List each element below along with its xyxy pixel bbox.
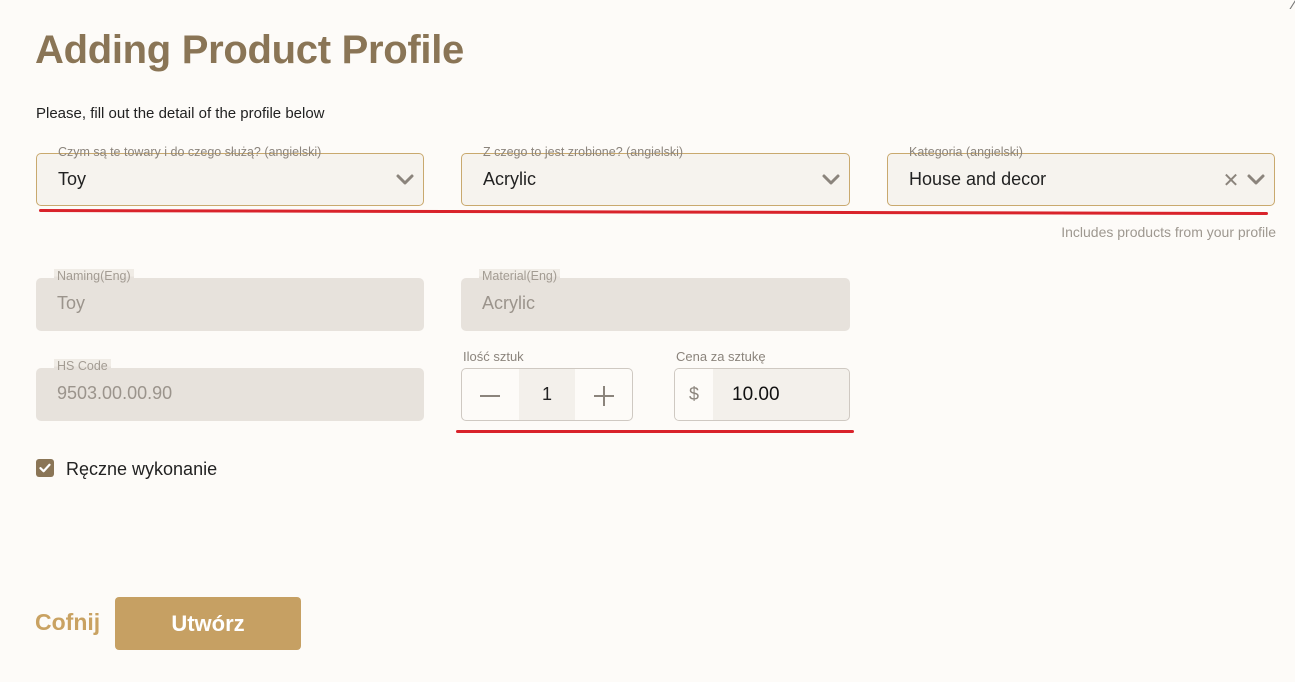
category-select-value: House and decor bbox=[909, 169, 1047, 189]
price-field: $ 10.00 bbox=[674, 368, 850, 421]
chevron-down-icon[interactable] bbox=[1246, 170, 1266, 190]
chevron-down-icon[interactable] bbox=[395, 170, 415, 190]
annotation-underline bbox=[38, 209, 1268, 216]
page-subtitle: Please, fill out the detail of the profi… bbox=[36, 105, 325, 122]
create-button[interactable]: Utwórz bbox=[115, 597, 301, 650]
handmade-label[interactable]: Ręczne wykonanie bbox=[66, 459, 217, 480]
naming-field: Naming(Eng) Toy bbox=[36, 269, 424, 331]
checkmark-icon bbox=[39, 463, 51, 473]
purpose-select[interactable]: Czym są te towary i do czego służą? (ang… bbox=[36, 145, 424, 206]
page-title: Adding Product Profile bbox=[35, 28, 464, 72]
close-icon[interactable]: ✕ bbox=[1222, 170, 1240, 190]
price-label: Cena za sztukę bbox=[676, 349, 766, 364]
category-select-label: Kategoria (angielski) bbox=[906, 145, 1026, 159]
material-select-label: Z czego to jest zrobione? (angielski) bbox=[480, 145, 687, 159]
material-field-value: Acrylic bbox=[482, 293, 535, 313]
hs-code-field-value: 9503.00.00.90 bbox=[57, 383, 173, 403]
quantity-input[interactable]: 1 bbox=[519, 369, 575, 420]
annotation-underline bbox=[456, 430, 854, 433]
category-hint: Includes products from your profile bbox=[1061, 224, 1276, 240]
naming-field-label: Naming(Eng) bbox=[54, 269, 134, 283]
price-input[interactable]: 10.00 bbox=[732, 384, 780, 406]
hs-code-field-label: HS Code bbox=[54, 359, 111, 373]
back-button[interactable]: Cofnij bbox=[35, 609, 100, 636]
plus-icon[interactable] bbox=[576, 369, 632, 420]
naming-field-value: Toy bbox=[57, 293, 86, 313]
quantity-label: Ilość sztuk bbox=[463, 349, 524, 364]
currency-symbol: $ bbox=[675, 369, 713, 420]
hs-code-field: HS Code 9503.00.00.90 bbox=[36, 359, 424, 421]
quantity-stepper: 1 bbox=[461, 368, 633, 421]
minus-icon[interactable] bbox=[462, 369, 518, 420]
chevron-down-icon[interactable] bbox=[821, 170, 841, 190]
purpose-select-value: Toy bbox=[58, 169, 87, 189]
material-field-label: Material(Eng) bbox=[479, 269, 561, 283]
category-select[interactable]: Kategoria (angielski) House and decor ✕ bbox=[887, 145, 1275, 206]
material-field: Material(Eng) Acrylic bbox=[461, 269, 850, 331]
material-select-value: Acrylic bbox=[483, 169, 536, 189]
purpose-select-label: Czym są te towary i do czego służą? (ang… bbox=[55, 145, 325, 159]
material-select[interactable]: Z czego to jest zrobione? (angielski) Ac… bbox=[461, 145, 850, 206]
handmade-checkbox[interactable] bbox=[36, 459, 54, 477]
